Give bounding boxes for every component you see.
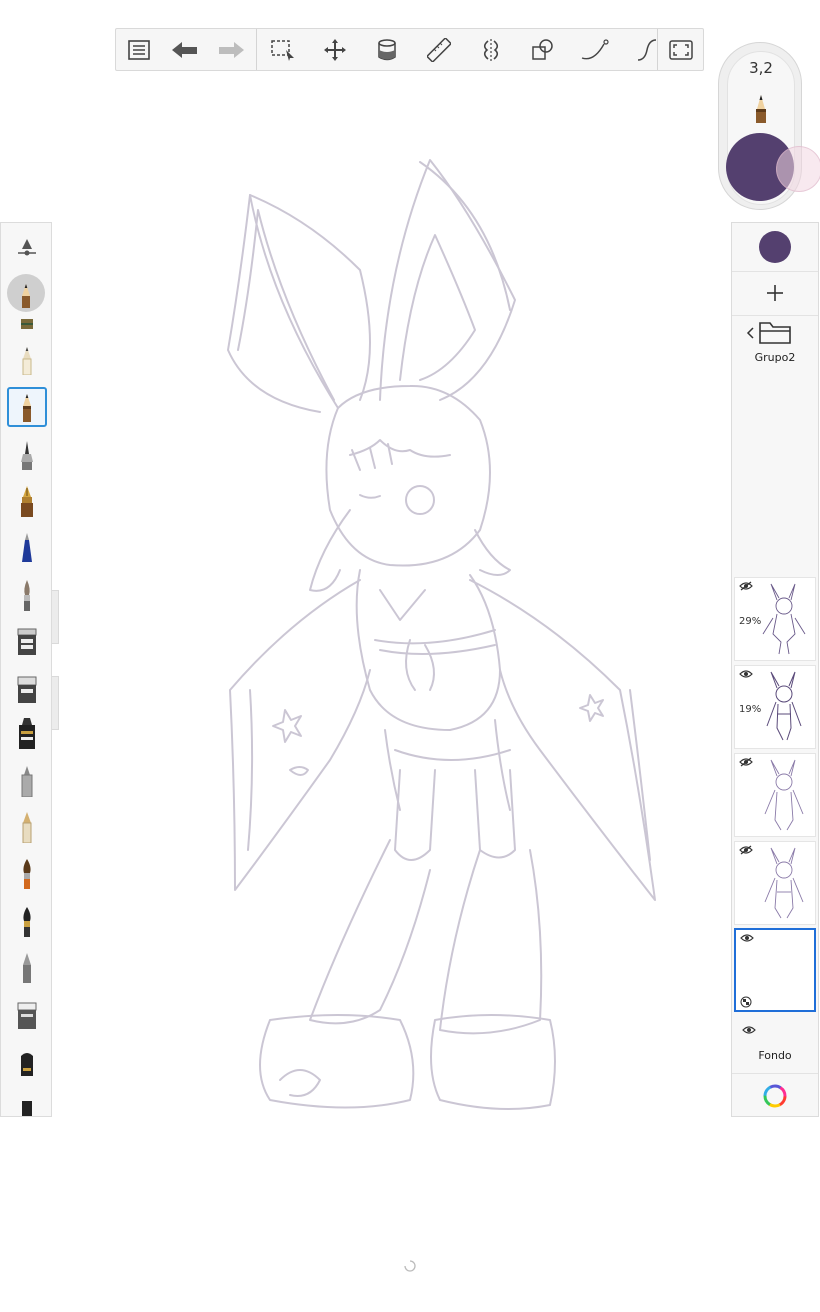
color-puck-ghost[interactable]	[776, 146, 820, 192]
pencil-hb-icon[interactable]	[7, 387, 47, 427]
calligraphy-pen-icon[interactable]	[7, 807, 47, 847]
top-toolbar	[115, 28, 704, 71]
plus-icon	[767, 285, 783, 301]
layer-preview	[764, 847, 804, 919]
layer-opacity-label: 29%	[739, 616, 762, 627]
felt-pen-icon[interactable]	[7, 761, 47, 801]
selection-icon[interactable]	[266, 35, 300, 65]
redo-icon[interactable]	[214, 35, 248, 65]
brush-settings-icon[interactable]	[7, 227, 47, 267]
blender-icon[interactable]	[7, 1089, 47, 1116]
color-wheel-icon	[763, 1084, 787, 1108]
group-name-label: Grupo2	[754, 351, 796, 364]
canvas-sketch[interactable]	[210, 150, 680, 1120]
undo-icon[interactable]	[168, 35, 202, 65]
layer-group[interactable]: Grupo2	[732, 315, 818, 369]
curve-icon[interactable]	[630, 35, 664, 65]
color-wheel-button[interactable]	[732, 1073, 818, 1118]
layer-thumbnail[interactable]: 29%	[734, 577, 816, 661]
brush-bar-handle[interactable]	[52, 590, 59, 644]
eye-hidden-icon[interactable]	[739, 581, 753, 591]
smudge-icon[interactable]	[7, 947, 47, 987]
layer-opacity-label: 19%	[739, 704, 762, 715]
transform-icon[interactable]	[318, 35, 352, 65]
toolbar-divider	[657, 29, 658, 70]
eye-icon[interactable]	[740, 933, 754, 943]
brush-preview-circle[interactable]	[7, 274, 45, 312]
brush-size-label: 3,2	[749, 59, 773, 77]
fountain-pen-icon[interactable]	[7, 481, 47, 521]
ballpoint-pen-icon[interactable]	[7, 527, 47, 567]
eye-hidden-icon[interactable]	[739, 845, 753, 855]
brush-flat-icon[interactable]	[7, 901, 47, 941]
eraser-icon[interactable]	[7, 995, 47, 1035]
symmetry-icon[interactable]	[474, 35, 508, 65]
background-layer-label: Fondo	[758, 1049, 792, 1062]
layer-thumbnail[interactable]	[734, 841, 816, 925]
marker-wide-icon[interactable]	[7, 669, 47, 709]
add-layer-button[interactable]	[732, 271, 818, 316]
eye-icon[interactable]	[739, 669, 753, 679]
stroke-icon[interactable]	[578, 35, 612, 65]
folder-icon	[759, 322, 791, 344]
layers-panel: Grupo2 29% 19% Fondo	[731, 222, 819, 1117]
technical-pen-icon[interactable]	[7, 435, 47, 475]
current-color-button[interactable]	[732, 223, 818, 272]
pencil-brush-icon[interactable]	[7, 340, 47, 380]
chevron-left-icon[interactable]	[746, 327, 754, 339]
layer-thumbnail-selected[interactable]	[734, 928, 816, 1012]
ink-marker-icon[interactable]	[7, 713, 47, 753]
layer-preview	[766, 671, 802, 741]
airbrush-icon[interactable]	[7, 319, 47, 329]
eraser-soft-icon[interactable]	[7, 1043, 47, 1083]
brush-bar-handle[interactable]	[52, 676, 59, 730]
layer-preview	[764, 759, 804, 831]
paint-brush-icon[interactable]	[7, 575, 47, 615]
shapes-icon[interactable]	[526, 35, 560, 65]
marker-icon[interactable]	[7, 621, 47, 661]
fill-icon[interactable]	[370, 35, 404, 65]
loading-spinner-icon	[404, 1260, 416, 1272]
fullscreen-icon[interactable]	[664, 35, 698, 65]
transparency-icon	[740, 996, 752, 1008]
brush-round-icon[interactable]	[7, 853, 47, 893]
layer-preview	[762, 583, 806, 655]
eye-icon[interactable]	[742, 1025, 756, 1035]
brush-library-bar	[0, 222, 52, 1117]
ruler-icon[interactable]	[422, 35, 456, 65]
background-layer[interactable]: Fondo	[732, 1017, 818, 1073]
pencil-icon	[752, 93, 770, 127]
layer-thumbnail[interactable]: 19%	[734, 665, 816, 749]
layer-thumbnail[interactable]	[734, 753, 816, 837]
menu-icon[interactable]	[122, 35, 156, 65]
current-color-swatch	[759, 231, 791, 263]
eye-hidden-icon[interactable]	[739, 757, 753, 767]
toolbar-divider	[256, 29, 257, 70]
